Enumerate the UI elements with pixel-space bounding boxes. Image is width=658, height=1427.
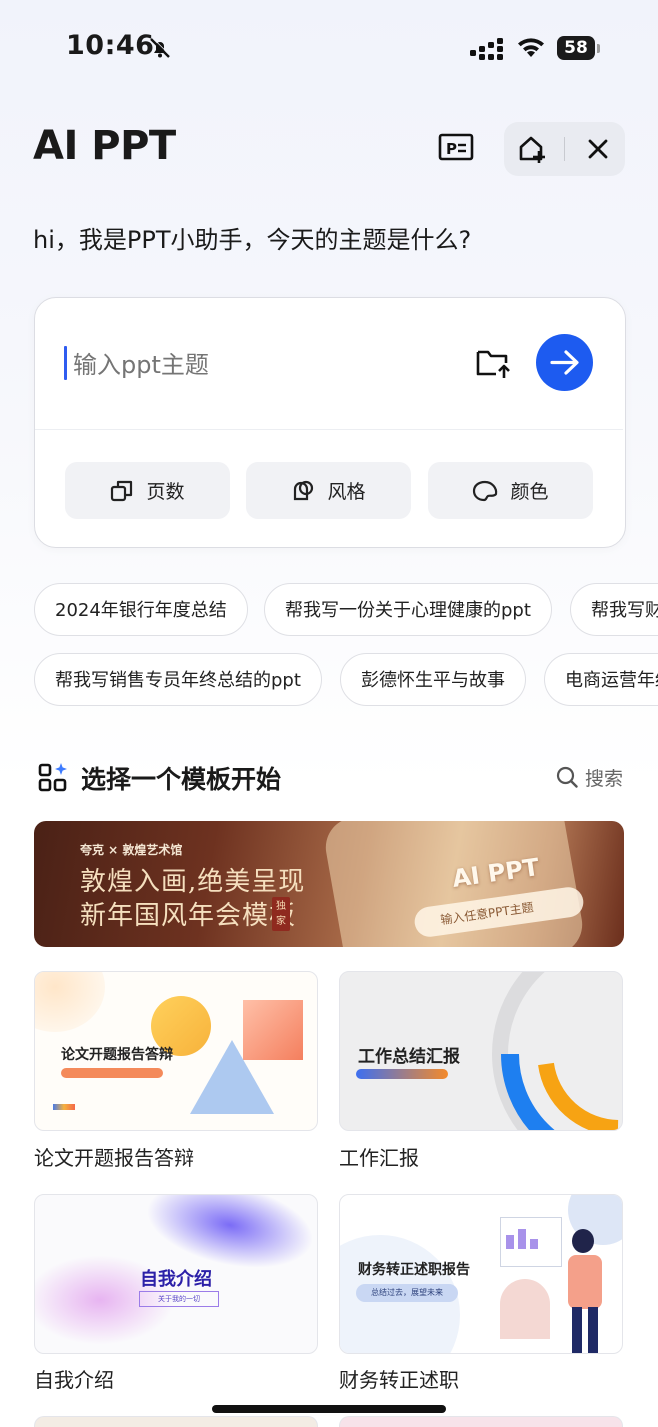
home-indicator[interactable]	[212, 1405, 446, 1413]
search-icon[interactable]	[556, 766, 578, 792]
banner-line1: 敦煌入画,绝美呈现	[80, 867, 306, 897]
battery-tip	[597, 44, 600, 53]
page-title: AI PPT	[33, 123, 176, 169]
style-icon	[294, 480, 314, 500]
template-thumb-self-intro[interactable]: 自我介绍 关于我的一切	[34, 1194, 318, 1354]
template-thumb-work-report[interactable]: 工作总结汇报	[339, 971, 623, 1131]
pages-icon	[111, 480, 133, 501]
banner-brand: 夸克 × 敦煌艺术馆	[80, 843, 183, 857]
thumb-title: 财务转正述职报告	[358, 1262, 470, 1278]
mute-bell-icon	[148, 36, 172, 64]
battery-level: 58	[557, 36, 595, 60]
suggestion-chip[interactable]: 电商运营年终	[544, 653, 658, 706]
banner-line2: 新年国风年会模板	[80, 901, 297, 931]
pill-divider	[564, 137, 565, 161]
suggestion-chip[interactable]: 帮我写销售专员年终总结的ppt	[34, 653, 322, 706]
page-count-option[interactable]: 页数	[65, 462, 230, 519]
template-thumb-finance[interactable]: 财务转正述职报告 总结过去，展望未来	[339, 1194, 623, 1354]
thumb-title: 工作总结汇报	[358, 1047, 460, 1067]
ppt-history-button[interactable]: P	[438, 132, 476, 166]
template-thumb-peek[interactable]	[339, 1416, 623, 1427]
add-to-home-button[interactable]	[516, 133, 548, 169]
upload-file-icon[interactable]	[475, 346, 511, 384]
color-label: 颜色	[510, 481, 549, 503]
card-divider	[35, 429, 623, 430]
template-label[interactable]: 论文开题报告答辩	[34, 1142, 194, 1171]
template-label[interactable]: 工作汇报	[339, 1142, 419, 1171]
style-option[interactable]: 风格	[246, 462, 411, 519]
template-label[interactable]: 自我介绍	[34, 1364, 114, 1393]
text-caret	[64, 346, 67, 380]
template-grid-icon	[38, 762, 70, 798]
cellular-signal-icon	[470, 38, 506, 64]
topic-input[interactable]	[73, 348, 453, 382]
template-thumb-peek[interactable]	[34, 1416, 318, 1427]
banner-exclusive-tag: 独家	[272, 897, 290, 931]
status-time: 10:46	[66, 30, 155, 61]
thumb-sub: 关于我的一切	[139, 1291, 219, 1307]
close-button[interactable]	[585, 136, 611, 166]
suggestion-chip[interactable]: 彭德怀生平与故事	[340, 653, 526, 706]
suggestion-chip[interactable]: 帮我写财	[570, 583, 658, 636]
thumb-sub: 总结过去，展望未来	[356, 1284, 458, 1302]
template-thumb-thesis[interactable]: 论文开题报告答辩	[34, 971, 318, 1131]
page-count-label: 页数	[146, 481, 185, 503]
template-label[interactable]: 财务转正述职	[339, 1364, 459, 1393]
color-option[interactable]: 颜色	[428, 462, 593, 519]
promo-banner[interactable]: 夸克 × 敦煌艺术馆 敦煌入画,绝美呈现 新年国风年会模板 独家 AI PPT …	[34, 821, 624, 947]
svg-text:P: P	[446, 140, 457, 158]
send-button[interactable]	[536, 334, 593, 391]
suggestion-chip[interactable]: 2024年银行年度总结	[34, 583, 248, 636]
search-button[interactable]: 搜索	[585, 764, 623, 791]
palette-icon	[473, 480, 498, 501]
greeting-text: hi，我是PPT小助手，今天的主题是什么?	[33, 226, 472, 254]
thumb-title: 自我介绍	[140, 1269, 212, 1290]
section-title: 选择一个模板开始	[81, 765, 282, 794]
wifi-icon	[516, 36, 546, 62]
suggestion-chip[interactable]: 帮我写一份关于心理健康的ppt	[264, 583, 552, 636]
thumb-title: 论文开题报告答辩	[61, 1047, 173, 1063]
style-label: 风格	[327, 481, 366, 503]
